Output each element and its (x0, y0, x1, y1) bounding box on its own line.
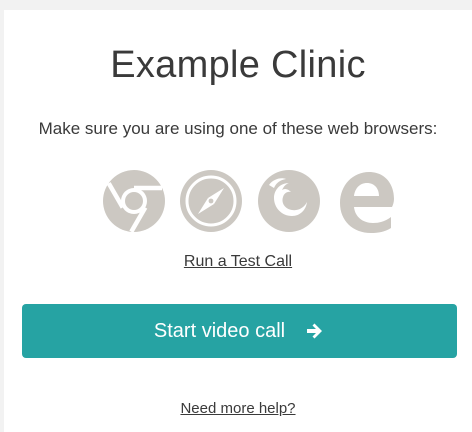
supported-browsers (100, 165, 400, 237)
browser-requirement-note: Make sure you are using one of these web… (38, 119, 438, 138)
safari-icon (180, 170, 243, 232)
firefox-icon (257, 170, 320, 232)
chrome-icon (103, 170, 165, 233)
edge-icon (339, 172, 394, 233)
arrow-right-icon (307, 323, 323, 339)
clinic-card: Example Clinic Make sure you are using o… (4, 10, 472, 432)
clinic-title: Example Clinic (110, 44, 366, 86)
run-test-call-link[interactable]: Run a Test Call (4, 253, 472, 271)
start-video-call-label: Start video call (153, 319, 286, 342)
start-video-call-button[interactable]: Start video call (22, 304, 457, 358)
need-more-help-link[interactable]: Need more help? (4, 400, 472, 417)
